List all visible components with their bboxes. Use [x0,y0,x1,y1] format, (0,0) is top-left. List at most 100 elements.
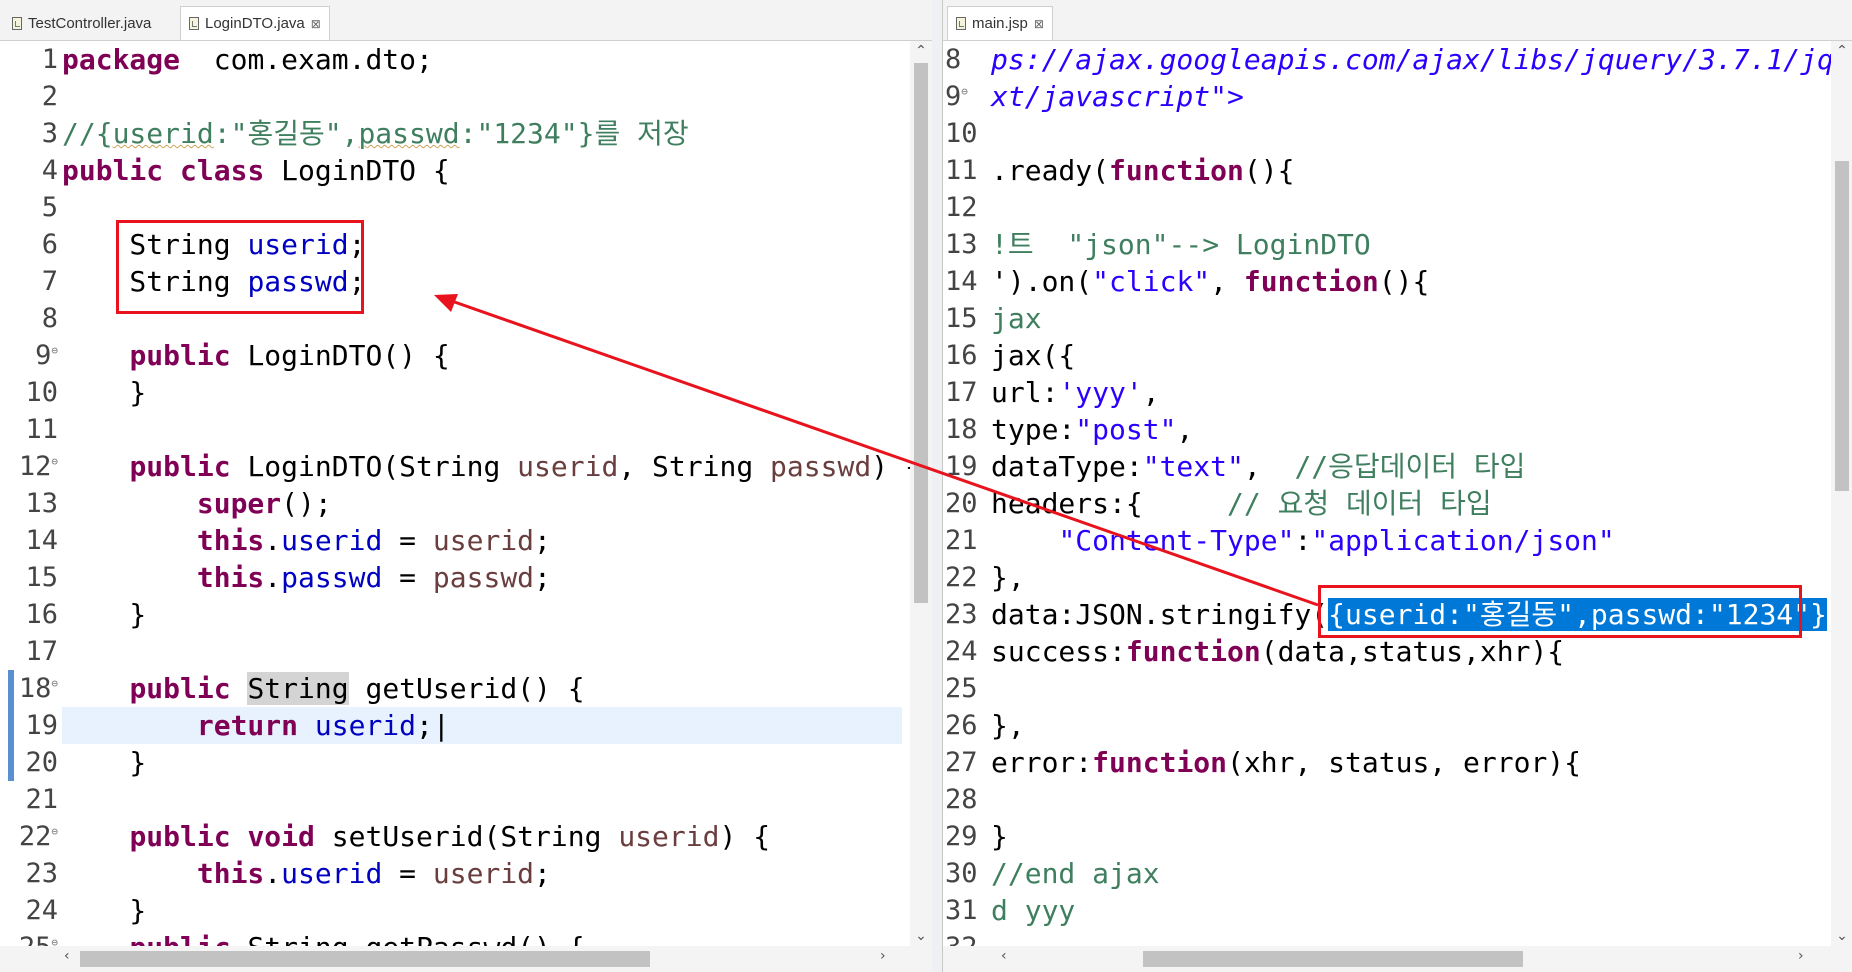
code-line[interactable]: 27 error:function(xhr, status, error){ [943,744,1823,781]
tab-logindto[interactable]: LoginDTO.java ⊠ [180,6,330,40]
fold-toggle-icon[interactable]: ⊖ [51,344,58,357]
code-line[interactable]: 15 jax [943,300,1823,337]
fold-toggle-icon[interactable]: ⊖ [51,677,58,690]
scroll-left-icon[interactable]: ‹ [1001,948,1007,964]
code-text: } [62,596,146,633]
code-line[interactable]: 22⊖ public void setUserid(String userid)… [0,818,902,855]
code-token: = [382,857,433,890]
code-line[interactable]: 9⊖ xt/javascript"> [943,78,1823,115]
fold-toggle-icon[interactable]: ⊖ [51,455,58,468]
scroll-down-icon[interactable]: ⌄ [910,928,932,944]
code-line[interactable]: 18⊖ public String getUserid() { [0,670,902,707]
code-line[interactable]: 19 return userid;| [0,707,902,744]
code-token: jax({ [991,339,1076,372]
scroll-thumb[interactable] [80,951,650,967]
line-number: 16 [25,599,58,630]
code-line[interactable]: 11 [0,411,902,448]
code-line[interactable]: 21 "Content-Type":"application/json" [943,522,1823,559]
scroll-up-icon[interactable]: ⌃ [1831,43,1852,59]
code-token: String [247,672,349,705]
left-horizontal-scrollbar[interactable]: ‹ › [0,946,932,972]
code-token: } [991,820,1008,853]
code-token: userid [432,857,535,890]
right-vertical-scrollbar[interactable]: ⌃ ⌄ [1831,41,1852,946]
right-horizontal-scrollbar[interactable]: ‹ › [943,946,1852,972]
code-line[interactable]: 25 [943,670,1823,707]
code-line[interactable]: 10 [943,115,1823,152]
code-line[interactable]: 11 .ready(function(){ [943,152,1823,189]
code-line[interactable]: 15 this.passwd = passwd; [0,559,902,596]
code-line[interactable]: 31 d yyy [943,892,1823,929]
scroll-thumb[interactable] [914,63,928,603]
code-token: function [1243,265,1379,298]
line-number: 11 [25,414,58,445]
fold-toggle-icon[interactable]: ⊖ [961,85,968,98]
code-line[interactable]: 20 } [0,744,902,781]
line-number: 10 [25,377,58,408]
code-token: this [196,561,265,594]
code-line[interactable]: 8 ps://ajax.googleapis.com/ajax/libs/jque… [943,41,1852,78]
code-text: }, [991,707,1025,744]
code-line[interactable]: 29} [943,818,1823,855]
code-text: } [62,892,146,929]
left-editor-pane: TestController.java LoginDTO.java ⊠ 1 pac… [0,0,933,972]
code-line[interactable]: 26}, [943,707,1823,744]
line-number: 14 [945,266,978,297]
code-line[interactable]: 24 } [0,892,902,929]
scroll-right-icon[interactable]: › [1798,948,1804,964]
code-line[interactable]: 23 this.userid = userid; [0,855,902,892]
left-tab-bar: TestController.java LoginDTO.java ⊠ [0,0,932,41]
code-line[interactable]: 10 } [0,374,902,411]
code-line[interactable]: 18 type:"post", [943,411,1823,448]
code-line[interactable]: 20 headers:{ // 요청 데이터 타입 [943,485,1823,522]
code-line[interactable]: 3//{userid:"홍길동",passwd:"1234"}를 저장 [0,115,902,152]
code-text: .ready(function(){ [991,152,1294,189]
scroll-thumb[interactable] [1835,161,1849,491]
code-line[interactable]: 2 [0,78,902,115]
code-line[interactable]: 19 dataType:"text", //응답데이터 타입 [943,448,1823,485]
code-line[interactable]: 13 super(); [0,485,902,522]
fold-toggle-icon[interactable]: ⊖ [51,825,58,838]
code-line[interactable]: 24 success:function(data,status,xhr){ [943,633,1823,670]
code-text: success:function(data,status,xhr){ [991,633,1564,670]
code-line[interactable]: 13 !트 "json"--> LoginDTO [943,226,1823,263]
close-tab-icon[interactable]: ⊠ [311,17,321,31]
scroll-up-icon[interactable]: ⌃ [910,43,932,59]
scroll-left-icon[interactable]: ‹ [64,948,70,964]
code-text: !트 "json"--> LoginDTO [991,226,1371,263]
line-number: 7 [41,266,58,297]
code-line[interactable]: 14 this.userid = userid; [0,522,902,559]
code-line[interactable]: 12 [943,189,1823,226]
code-token: "click" [1092,265,1211,298]
pane-splitter[interactable] [932,0,942,972]
code-line[interactable]: 21 [0,781,902,818]
code-token: LoginDTO() { [230,339,450,372]
code-line[interactable]: 4 public class LoginDTO { [0,152,902,189]
tab-main-jsp[interactable]: main.jsp ⊠ [947,6,1053,40]
scroll-right-icon[interactable]: › [880,948,886,964]
code-line[interactable]: 28 [943,781,1823,818]
code-line[interactable]: 16 } [0,596,902,633]
code-line[interactable]: 14 ').on("click", function(){ [943,263,1823,300]
close-tab-icon[interactable]: ⊠ [1034,17,1044,31]
code-line[interactable]: 17 [0,633,902,670]
scroll-down-icon[interactable]: ⌄ [1831,928,1852,944]
line-number: 25 [945,673,978,704]
java-code-editor[interactable]: 1 package com.exam.dto; 2 3//{userid:"홍길동",… [0,41,932,964]
tab-testcontroller[interactable]: TestController.java [4,6,159,40]
code-line[interactable]: 12⊖ public LoginDTO(String userid, Strin… [0,448,922,485]
jsp-code-editor[interactable]: 8 ps://ajax.googleapis.com/ajax/libs/jque… [943,41,1852,963]
code-line[interactable]: 9⊖ public LoginDTO() { [0,337,902,374]
left-vertical-scrollbar[interactable]: ⌃ ⌄ [910,41,932,946]
code-line[interactable]: 1 package com.exam.dto; [0,41,902,78]
line-number: 17 [25,636,58,667]
code-token: (); [281,487,332,520]
scroll-thumb[interactable] [1143,951,1523,967]
code-line[interactable]: 17 url:'yyy', [943,374,1823,411]
code-token: passwd [432,561,535,594]
code-text: super(); [62,485,332,522]
code-line[interactable]: 30 //end ajax [943,855,1823,892]
code-line[interactable]: 16 jax({ [943,337,1823,374]
